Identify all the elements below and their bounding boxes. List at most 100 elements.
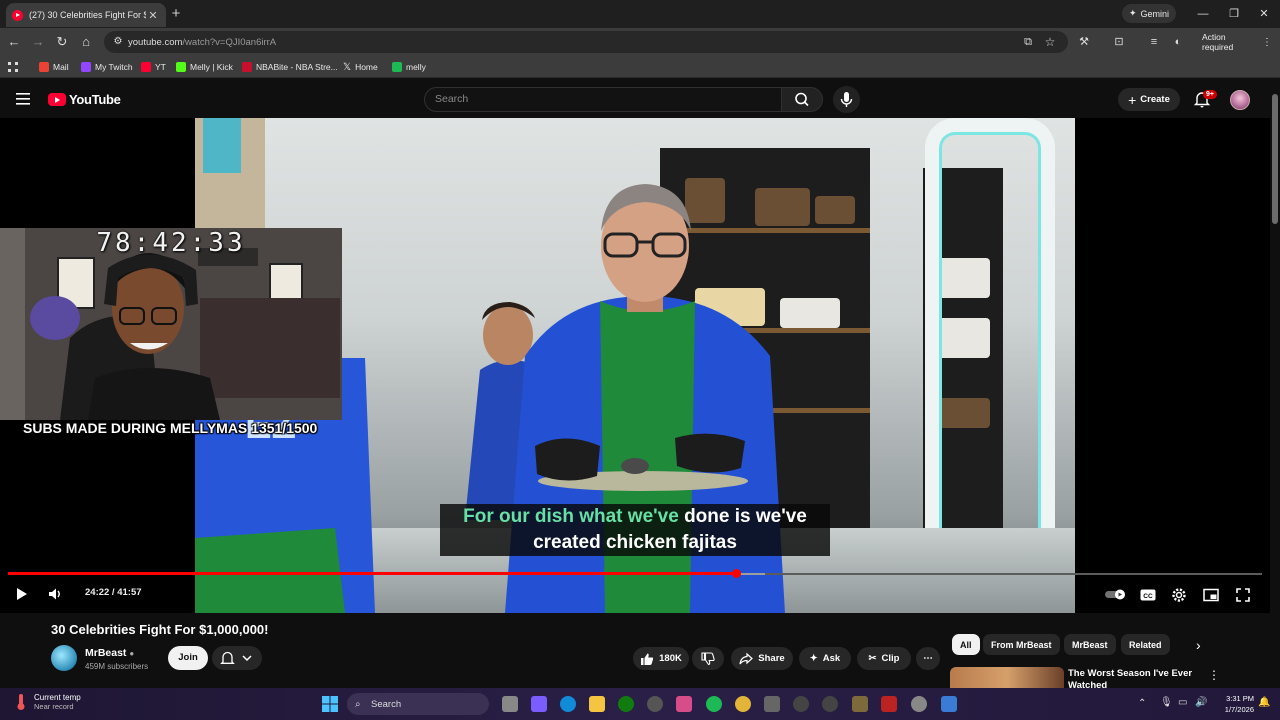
video-player[interactable]: EZ 78:42:33 SUBS MADE DURING MELLYMAS 13… (0, 118, 1270, 613)
bookmark-nbabite[interactable]: NBABite - NBA Stre... (242, 60, 338, 74)
autoplay-toggle[interactable] (1104, 586, 1128, 604)
search-input[interactable]: Search (424, 87, 782, 112)
windows-start-icon[interactable] (322, 696, 338, 712)
reload-icon[interactable]: ↻ (54, 34, 70, 50)
ask-label: Ask (822, 653, 841, 664)
bookmarks-bar: Mail My Twitch YT Melly | Kick NBABite -… (0, 56, 1280, 78)
app-icon[interactable] (881, 696, 897, 712)
settings-gear-icon[interactable] (1170, 586, 1188, 604)
bookmark-star-icon[interactable]: ☆ (1042, 34, 1058, 50)
notification-center-icon[interactable]: 🔔 (1258, 697, 1270, 708)
close-tab-icon[interactable]: ✕ (146, 9, 160, 22)
recommended-video-title[interactable]: The Worst Season I've Ever Watched (1068, 668, 1198, 688)
weather-subtitle: Near record (34, 702, 74, 711)
clip-button[interactable]: ✂ Clip (857, 647, 911, 670)
account-avatar[interactable] (1230, 90, 1250, 110)
apps-icon[interactable] (8, 60, 18, 74)
spotify-icon[interactable] (706, 696, 722, 712)
voice-search-button[interactable] (833, 86, 860, 113)
miniplayer-icon[interactable] (1202, 586, 1220, 604)
forward-icon[interactable]: → (30, 34, 46, 50)
like-button[interactable]: 180K (633, 647, 689, 670)
bookmark-mail[interactable]: Mail (39, 60, 69, 74)
restore-icon[interactable]: ❐ (1226, 6, 1242, 22)
clock-time: 3:31 PM (1226, 694, 1254, 703)
browser-tab[interactable]: (27) 30 Celebrities Fight For $1,0... ✕ (6, 3, 166, 27)
chip-all[interactable]: All (952, 634, 980, 655)
bookmark-kick[interactable]: Melly | Kick (176, 60, 233, 74)
page-scrollbar[interactable] (1270, 80, 1280, 688)
recommended-video-thumbnail[interactable] (950, 667, 1064, 688)
more-vertical-icon[interactable]: ⋮ (1208, 668, 1220, 684)
back-icon[interactable]: ← (6, 34, 22, 50)
install-app-icon[interactable]: ⧉ (1020, 34, 1036, 50)
ask-button[interactable]: ✦ Ask (799, 647, 851, 670)
notification-badge: 9+ (1203, 90, 1217, 99)
join-button[interactable]: Join (168, 646, 208, 670)
extensions-icon[interactable]: ⚒ (1076, 34, 1092, 50)
bookmark-home[interactable]: 𝕏 Home (343, 60, 378, 74)
copilot-icon[interactable] (531, 696, 547, 712)
bookmark-twitch[interactable]: My Twitch (81, 60, 133, 74)
action-required-button[interactable]: Action required ⋮ (1196, 32, 1272, 52)
github-icon[interactable] (647, 696, 663, 712)
create-button[interactable]: + Create (1118, 88, 1180, 111)
settings-icon[interactable] (911, 696, 927, 712)
taskbar-clock[interactable]: 3:31 PM 1/7/2026 (1210, 693, 1254, 715)
app-icon[interactable] (764, 696, 780, 712)
more-actions-button[interactable]: ⋯ (916, 647, 940, 670)
caption-highlight: For our dish what we've (463, 506, 679, 527)
youtube-wordmark: YouTube (69, 92, 121, 107)
chip-mrbeast[interactable]: MrBeast (1064, 634, 1116, 655)
search-button[interactable] (781, 87, 823, 112)
subtitles-icon[interactable]: CC (1139, 586, 1157, 604)
microphone-icon[interactable]: 🎙 (1160, 697, 1173, 708)
chrome-icon[interactable] (735, 696, 751, 712)
minecraft-icon[interactable] (852, 696, 868, 712)
fullscreen-icon[interactable] (1234, 586, 1252, 604)
xbox-icon[interactable] (618, 696, 634, 712)
url-bar[interactable]: youtube.com/watch?v=QJI0an6irrA (104, 31, 1068, 53)
site-info-icon[interactable]: ⚙ (110, 34, 126, 50)
file-explorer-icon[interactable] (589, 696, 605, 712)
weather-widget[interactable]: Current temp Near record (14, 693, 81, 711)
profile-icon[interactable]: ◐ (1170, 34, 1186, 50)
subscription-bell-button[interactable] (212, 646, 262, 670)
edge-icon[interactable] (560, 696, 576, 712)
scissors-icon: ✂ (868, 653, 877, 664)
progress-scrubber[interactable] (732, 569, 741, 578)
speaker-icon[interactable]: 🔊 (1195, 697, 1207, 708)
app-icon[interactable] (941, 696, 957, 712)
share-button[interactable]: Share (731, 647, 793, 670)
channel-avatar[interactable] (51, 645, 77, 671)
stream-timer: 78:42:33 (96, 228, 246, 258)
dislike-button[interactable] (692, 647, 724, 670)
bookmark-yt[interactable]: YT (141, 60, 166, 74)
scrollbar-thumb[interactable] (1272, 94, 1278, 224)
chip-related[interactable]: Related (1121, 634, 1170, 655)
media-icon[interactable]: ≡ (1146, 34, 1162, 50)
tab-search-icon[interactable]: ⊡ (1111, 34, 1127, 50)
channel-name[interactable]: MrBeast ● (85, 647, 134, 659)
bookmark-melly[interactable]: melly (392, 60, 426, 74)
gemini-button[interactable]: ✦ Gemini (1122, 4, 1176, 23)
new-tab-button[interactable]: + (170, 5, 182, 23)
hamburger-menu-icon[interactable] (16, 92, 32, 106)
minimize-icon[interactable]: — (1195, 6, 1211, 22)
youtube-header: YouTube Search + Create 9+ (0, 80, 1270, 118)
task-view-icon[interactable] (502, 696, 518, 712)
store-icon[interactable] (676, 696, 692, 712)
taskbar-search[interactable]: Search (347, 693, 489, 715)
youtube-logo[interactable]: YouTube (48, 92, 121, 107)
volume-icon[interactable] (46, 585, 64, 603)
app-icon[interactable] (822, 696, 838, 712)
home-icon[interactable]: ⌂ (78, 34, 94, 50)
network-icon[interactable]: ▭ (1178, 697, 1187, 708)
play-icon[interactable] (12, 585, 30, 603)
chevron-up-icon[interactable]: ⌃ (1138, 698, 1146, 709)
chip-from-mrbeast[interactable]: From MrBeast (983, 634, 1060, 655)
media-player-icon[interactable] (793, 696, 809, 712)
chevron-right-icon[interactable]: › (1196, 636, 1210, 654)
close-window-icon[interactable]: ✕ (1256, 6, 1272, 22)
subs-goal-text: SUBS MADE DURING MELLYMAS 1351/1500 (23, 420, 318, 436)
